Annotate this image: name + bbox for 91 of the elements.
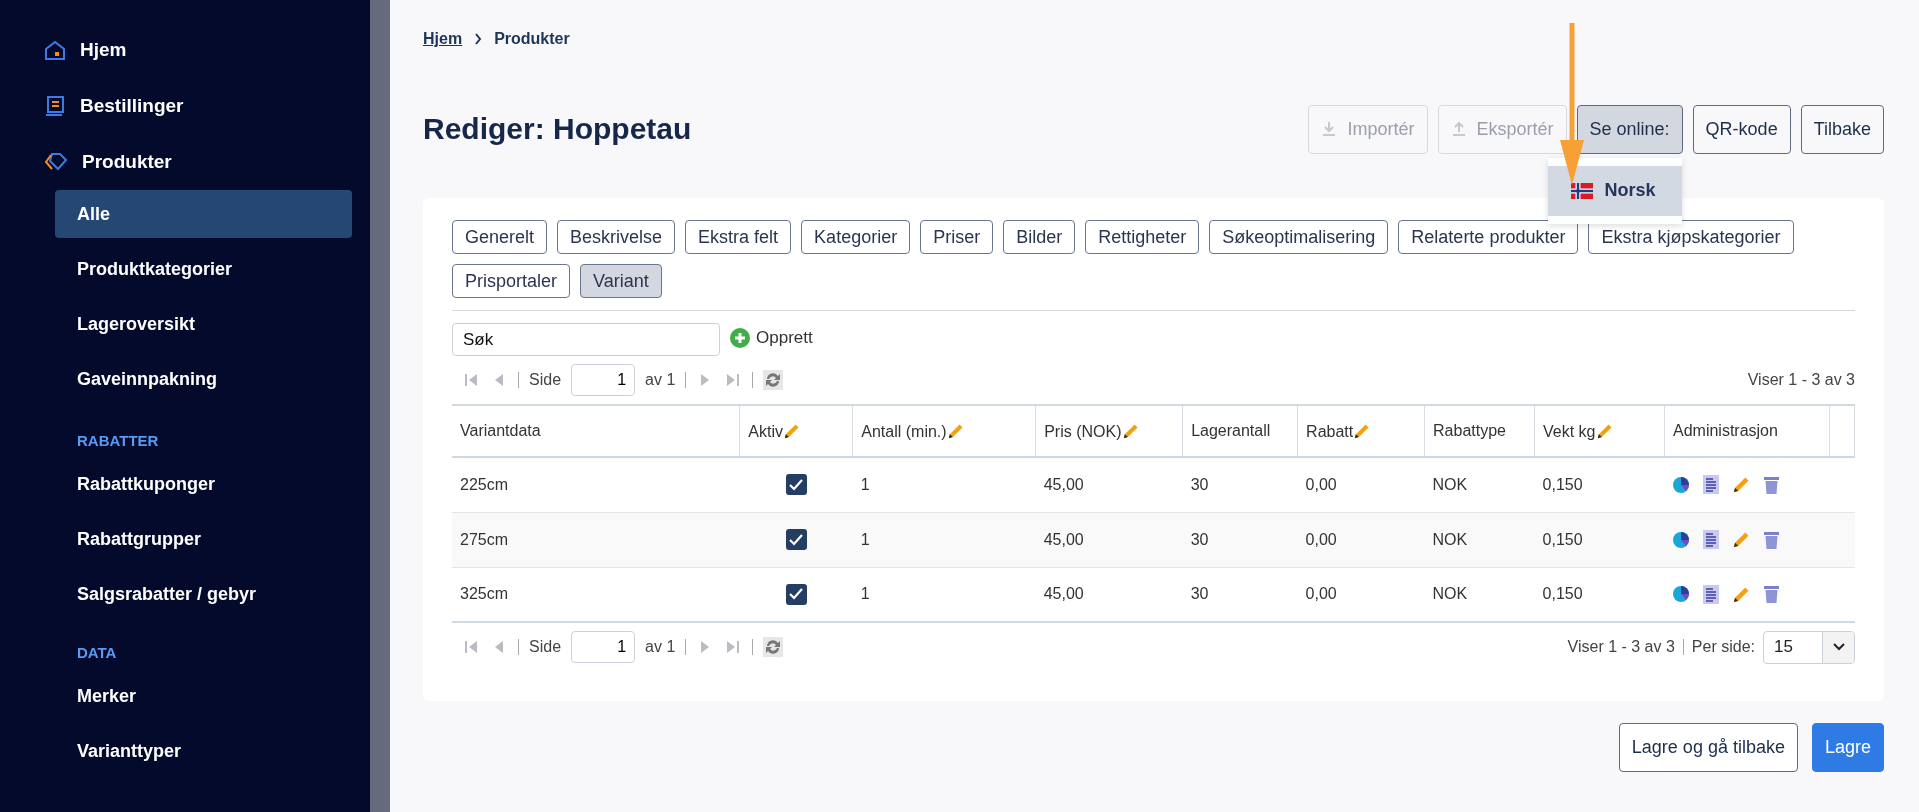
house-icon	[44, 39, 66, 61]
document-icon[interactable]	[1703, 475, 1720, 495]
tab[interactable]: Prisportaler	[452, 264, 571, 298]
table-cell: 1	[852, 512, 1036, 567]
table-cell: 30	[1182, 567, 1298, 622]
table-cell: 30	[1182, 512, 1298, 567]
plus-circle-icon	[730, 327, 750, 348]
breadcrumb-current: Produkter	[494, 30, 570, 48]
page-input[interactable]: 1	[571, 364, 636, 396]
action-button[interactable]: Se online:	[1576, 104, 1683, 154]
action-button[interactable]: QR-kode	[1692, 104, 1791, 154]
record-count: Viser 1 - 3 av 3	[1747, 371, 1855, 389]
nav-subitem[interactable]: Gaveinnpakning	[55, 355, 352, 403]
page-count: av 1	[645, 371, 676, 389]
pie-chart-icon[interactable]	[1672, 585, 1691, 604]
footer-button[interactable]: Lagre og gå tilbake	[1618, 723, 1798, 772]
table-cell: 0,00	[1297, 512, 1425, 567]
upload-icon	[1450, 121, 1467, 137]
table-cell: 0,150	[1534, 567, 1665, 622]
section-heading: DATA	[76, 643, 118, 663]
per-page-label: Per side:	[1691, 638, 1755, 656]
page-title: Rediger: Hoppetau	[423, 112, 692, 146]
table-cell: 30	[1182, 457, 1298, 512]
flag-icon	[1569, 182, 1594, 199]
tab[interactable]: Priser	[920, 220, 994, 254]
checkbox[interactable]	[785, 529, 807, 550]
table-cell: 45,00	[1035, 567, 1183, 622]
nav-subitem[interactable]: Lageroversikt	[55, 300, 352, 348]
create-button[interactable]: Opprett	[730, 327, 813, 348]
page-label: Side	[529, 638, 562, 656]
nav-item[interactable]: Rabattkuponger	[0, 457, 370, 512]
table-cell: 225cm	[452, 457, 740, 512]
tab[interactable]: Rettigheter	[1085, 220, 1200, 254]
page-input[interactable]: 1	[571, 631, 636, 663]
nav-item[interactable]: Produkter	[0, 134, 370, 190]
caret-icon	[1832, 643, 1845, 651]
table-cell: NOK	[1424, 457, 1535, 512]
table-cell: 275cm	[452, 512, 740, 567]
download-icon	[1321, 121, 1338, 137]
tab[interactable]: Kategorier	[801, 220, 911, 254]
trash-icon[interactable]	[1764, 585, 1780, 604]
footer-button[interactable]: Lagre	[1811, 723, 1884, 772]
table-cell: 1	[852, 457, 1036, 512]
per-page-select[interactable]: 15	[1763, 630, 1855, 664]
nav-item[interactable]: Rabattgrupper	[0, 512, 370, 567]
nav-item[interactable]: Salgsrabatter / gebyr	[0, 567, 370, 622]
nav-item[interactable]: Varianttyper	[0, 724, 370, 779]
tab[interactable]: Ekstra felt	[685, 220, 792, 254]
nav-subitem[interactable]: Alle	[55, 190, 352, 238]
table-cell: 45,00	[1035, 457, 1183, 512]
table-cell: 325cm	[452, 567, 740, 622]
page-count: av 1	[645, 638, 676, 656]
trash-icon[interactable]	[1764, 530, 1780, 549]
table-cell: 0,00	[1297, 457, 1425, 512]
record-count: Viser 1 - 3 av 3	[1567, 638, 1675, 656]
table-cell: 45,00	[1035, 512, 1183, 567]
table-cell: NOK	[1424, 567, 1535, 622]
tab[interactable]: Relaterte produkter	[1398, 220, 1579, 254]
action-button[interactable]: Tilbake	[1800, 104, 1884, 154]
refresh-icon[interactable]	[763, 637, 784, 657]
tag-icon	[44, 151, 68, 173]
table-cell: 1	[852, 567, 1036, 622]
table-cell: NOK	[1424, 512, 1535, 567]
nav-item[interactable]: Merker	[0, 669, 370, 724]
table-cell: 0,150	[1534, 512, 1665, 567]
section-heading: RABATTER	[76, 431, 160, 451]
trash-icon[interactable]	[1764, 475, 1780, 494]
checkbox[interactable]	[785, 583, 807, 605]
table-cell: 0,00	[1297, 567, 1425, 622]
refresh-icon[interactable]	[763, 370, 784, 390]
chevron-right-icon	[474, 33, 483, 45]
pie-chart-icon[interactable]	[1672, 475, 1691, 494]
page-label: Side	[529, 371, 562, 389]
menu-item[interactable]: Norsk	[1547, 165, 1682, 216]
tab[interactable]: Beskrivelse	[557, 220, 676, 254]
breadcrumb-link[interactable]: Hjem	[423, 30, 463, 48]
tab[interactable]: Generelt	[452, 220, 548, 254]
tab[interactable]: Variant	[580, 264, 662, 298]
tab[interactable]: Ekstra kjøpskategorier	[1588, 220, 1794, 254]
nav-item[interactable]: Bestillinger	[0, 78, 370, 134]
nav-item[interactable]: Hjem	[0, 22, 370, 78]
receipt-icon	[44, 95, 66, 117]
tab[interactable]: Bilder	[1003, 220, 1076, 254]
document-icon[interactable]	[1703, 530, 1720, 549]
pie-chart-icon[interactable]	[1672, 530, 1691, 549]
table-cell: 0,150	[1534, 457, 1665, 512]
search-field[interactable]: Søk	[452, 323, 720, 356]
document-icon[interactable]	[1703, 584, 1720, 604]
checkbox[interactable]	[785, 474, 807, 496]
tab[interactable]: Søkeoptimalisering	[1209, 220, 1389, 254]
nav-subitem[interactable]: Produktkategorier	[55, 245, 352, 293]
